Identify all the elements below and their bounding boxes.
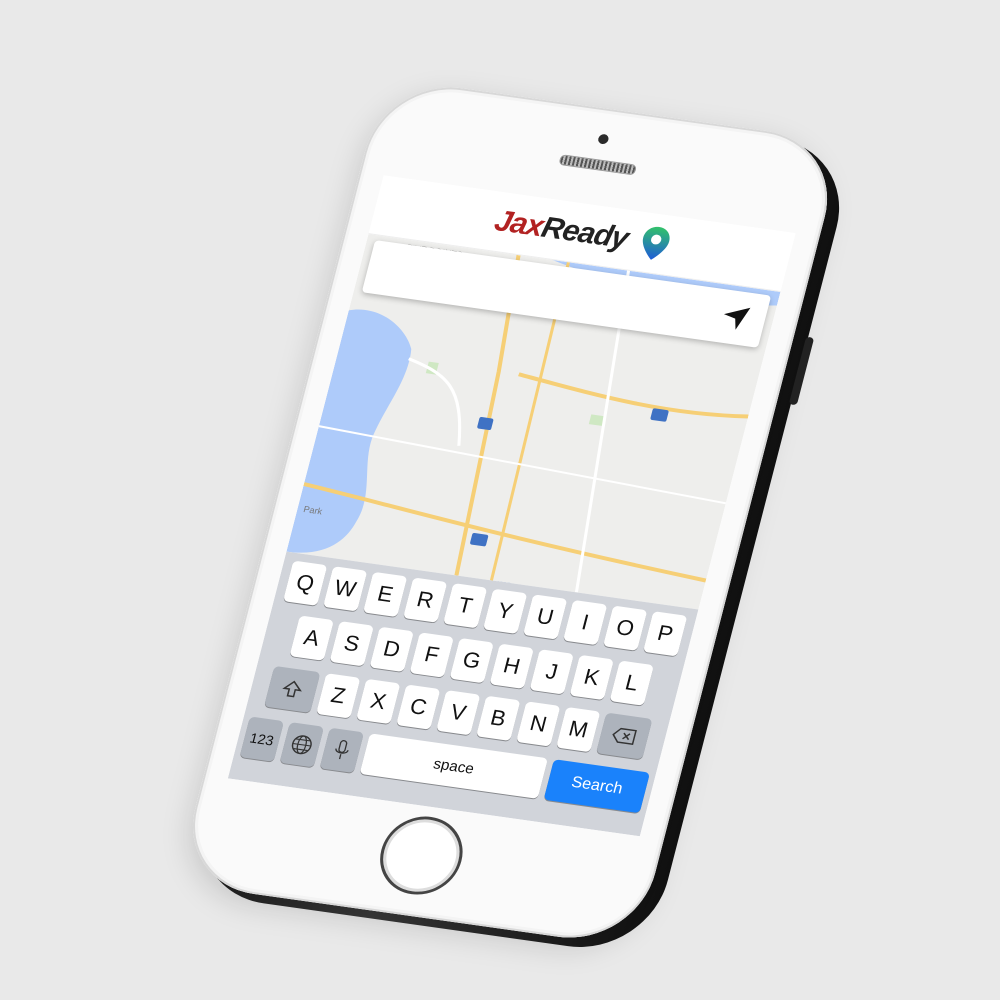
key-q[interactable]: Q xyxy=(282,560,328,606)
key-z[interactable]: Z xyxy=(316,673,361,719)
key-w[interactable]: W xyxy=(322,566,368,612)
front-camera xyxy=(597,133,610,145)
key-m[interactable]: M xyxy=(556,706,601,753)
phone-body: JaxReady Park Q W E R T Y U I O P A S D … xyxy=(175,77,845,948)
product-mockup: JaxReady Park Q W E R T Y U I O P A S D … xyxy=(0,0,1000,1000)
key-n[interactable]: N xyxy=(516,701,561,747)
key-p[interactable]: P xyxy=(642,611,688,657)
globe-icon xyxy=(291,735,312,755)
key-h[interactable]: H xyxy=(489,643,534,689)
key-f[interactable]: F xyxy=(409,632,454,678)
key-l[interactable]: L xyxy=(609,660,654,706)
app-logo: JaxReady xyxy=(491,204,632,256)
key-o[interactable]: O xyxy=(602,605,648,651)
key-i[interactable]: I xyxy=(562,599,608,646)
key-y[interactable]: Y xyxy=(482,588,528,634)
microphone-key[interactable] xyxy=(319,727,365,774)
key-k[interactable]: K xyxy=(569,654,614,701)
backspace-icon xyxy=(612,727,637,746)
phone-screen: JaxReady Park Q W E R T Y U I O P A S D … xyxy=(227,175,796,837)
numbers-key[interactable]: 123 xyxy=(239,716,285,762)
logo-jax: Jax xyxy=(491,204,547,243)
key-x[interactable]: X xyxy=(356,678,401,725)
key-r[interactable]: R xyxy=(402,577,448,623)
key-t[interactable]: T xyxy=(442,583,488,629)
key-a[interactable]: A xyxy=(289,615,334,661)
key-b[interactable]: B xyxy=(476,695,521,742)
microphone-icon xyxy=(335,740,349,760)
key-u[interactable]: U xyxy=(522,594,568,640)
shift-key[interactable] xyxy=(264,665,321,713)
logo-ready: Ready xyxy=(538,211,632,255)
key-j[interactable]: J xyxy=(529,649,574,695)
location-pin-icon xyxy=(642,226,670,260)
phone-device: JaxReady Park Q W E R T Y U I O P A S D … xyxy=(175,77,857,958)
search-key[interactable]: Search xyxy=(543,759,651,814)
key-v[interactable]: V xyxy=(436,690,481,736)
key-e[interactable]: E xyxy=(362,571,408,618)
space-key[interactable]: space xyxy=(359,733,549,799)
earpiece-speaker xyxy=(558,154,638,176)
navigation-arrow-icon[interactable] xyxy=(717,301,754,334)
delete-key[interactable] xyxy=(596,712,653,760)
key-c[interactable]: C xyxy=(396,684,441,730)
home-button[interactable] xyxy=(371,811,472,900)
key-g[interactable]: G xyxy=(449,637,494,684)
globe-key[interactable] xyxy=(279,722,325,768)
key-d[interactable]: D xyxy=(369,626,414,673)
shift-icon xyxy=(282,680,302,698)
key-s[interactable]: S xyxy=(329,621,374,667)
